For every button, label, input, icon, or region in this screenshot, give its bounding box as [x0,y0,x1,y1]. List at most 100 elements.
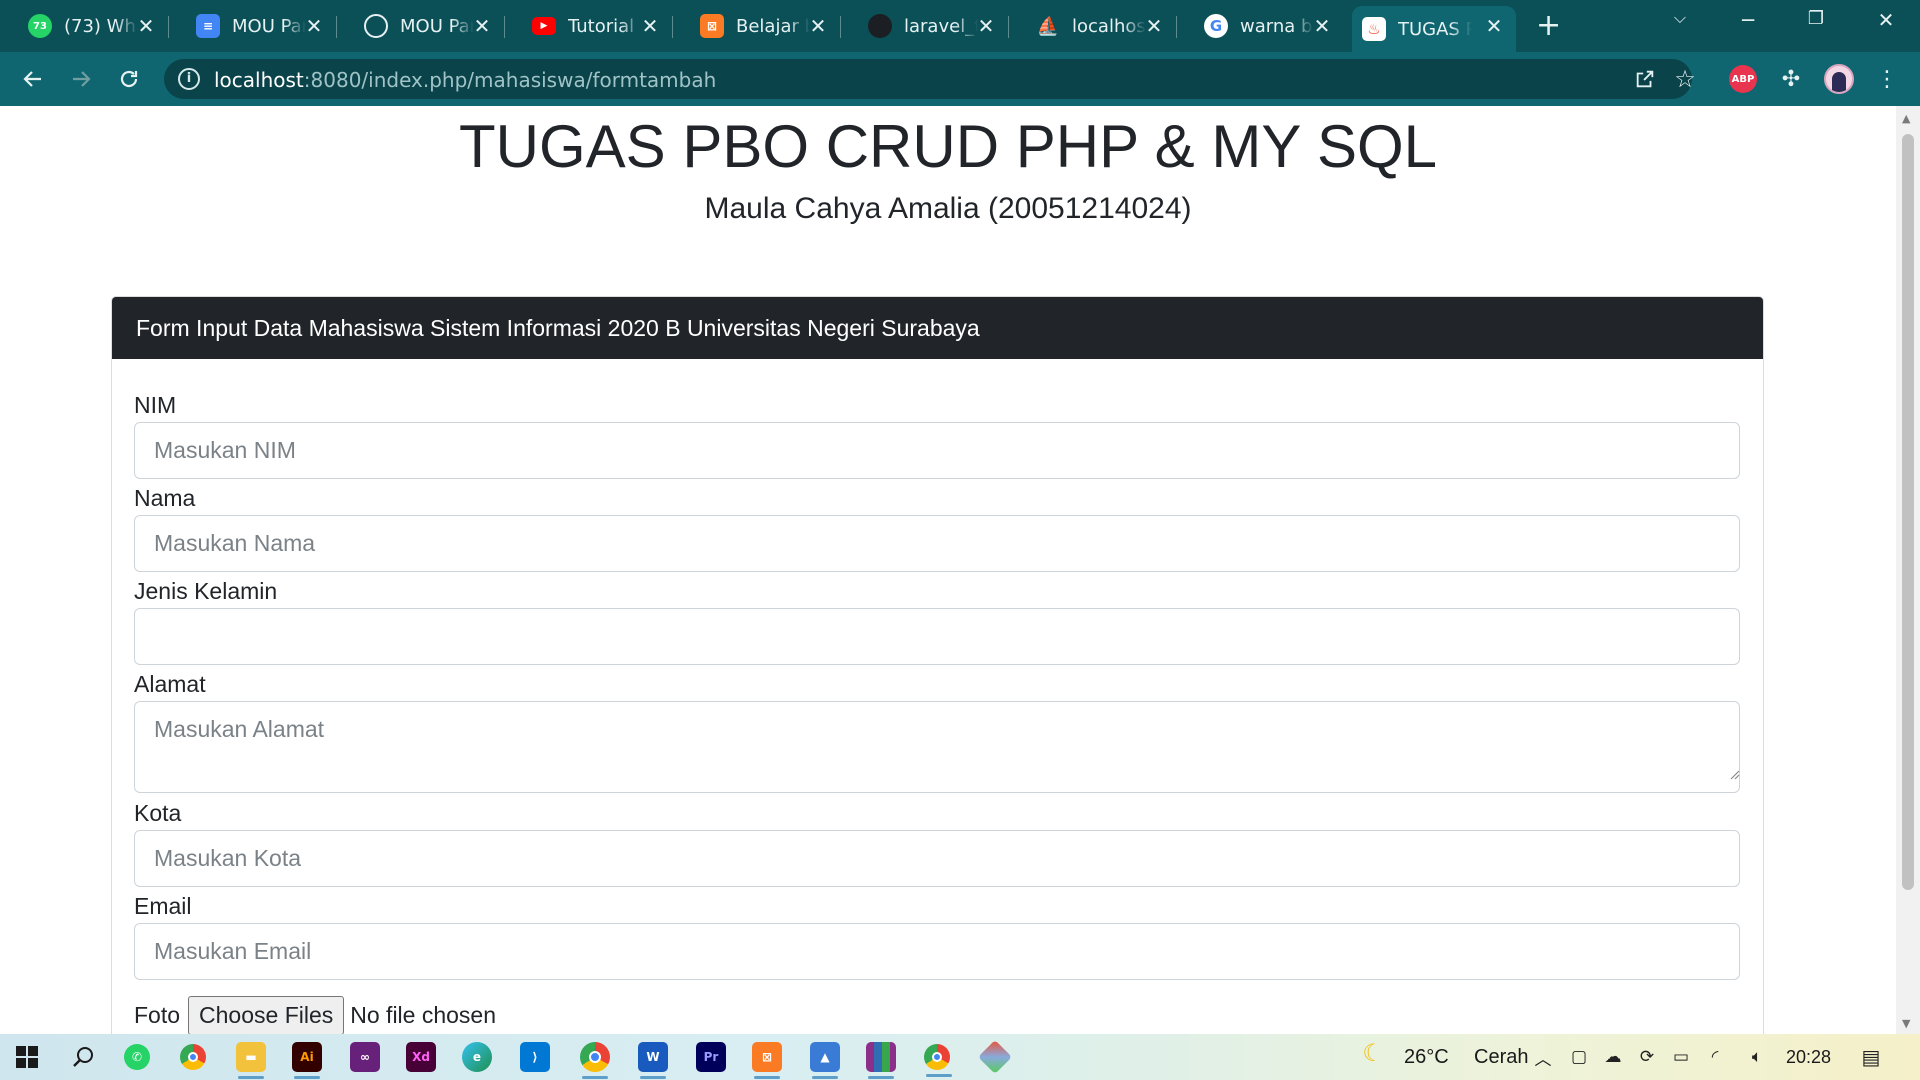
abp-icon: ABP [1729,65,1757,93]
windows-taskbar: ✆ ▬ Ai ∞ Xd e ⟩ W Pr ⊠ ▲ ☾ 26°C Cerah ︿ … [0,1034,1920,1080]
scrollbar-thumb[interactable] [1902,134,1914,890]
whatsapp-icon: 73 [28,14,52,38]
kota-input[interactable] [134,830,1740,887]
battery-icon[interactable]: ▭ [1670,1046,1692,1068]
xampp-icon[interactable]: ⊠ [752,1042,782,1079]
chevron-up-icon[interactable]: ︿ [1532,1046,1554,1070]
vscode-icon[interactable]: ⟩ [520,1042,550,1072]
tab-tugas-pbo[interactable]: ♨ TUGAS PBO ✕ [1352,6,1516,52]
search-icon[interactable] [68,1042,98,1072]
tab-title: MOU Pariwisata [232,15,306,37]
phpmyadmin-icon: ⛵ [1036,15,1060,37]
tab-youtube[interactable]: ▶ Tutorial PHP ✕ [522,6,673,46]
minimize-button[interactable]: ─ [1728,8,1768,32]
github-icon [868,14,892,38]
whatsapp-icon[interactable]: ✆ [124,1044,150,1070]
tab-title: warna bootstrap [1240,15,1314,37]
premiere-icon[interactable]: Pr [696,1042,726,1072]
globe-icon [364,14,388,38]
scroll-down-icon[interactable]: ▼ [1902,1017,1910,1030]
meet-now-icon[interactable]: ▢ [1568,1046,1590,1068]
address-url[interactable]: localhost:8080/index.php/mahasiswa/formt… [214,68,716,92]
reload-button[interactable] [112,62,146,96]
tab-separator [840,16,841,38]
choose-files-button[interactable]: Choose Files [188,996,345,1034]
edge-icon[interactable]: e [462,1042,492,1072]
git-icon[interactable] [978,1040,1012,1074]
tab-title: laravel_tutorial [904,15,978,37]
wifi-icon[interactable]: ◜ [1704,1046,1726,1068]
tab-title: localhost [1072,15,1146,37]
clock-time[interactable]: 20:28 [1786,1047,1831,1068]
restore-button[interactable]: ❐ [1796,8,1836,29]
close-window-button[interactable]: ✕ [1866,8,1906,32]
google-docs-icon: ≡ [196,14,220,38]
windows-start-icon[interactable] [12,1042,42,1072]
tab-whatsapp[interactable]: 73 (73) WhatsApp ✕ [18,6,169,46]
close-icon[interactable]: ✕ [470,14,494,38]
page-scrollbar[interactable]: ▲ ▼ [1896,106,1920,1034]
tab-strip: 73 (73) WhatsApp ✕ ≡ MOU Pariwisata ✕ MO… [0,0,1920,52]
file-explorer-icon[interactable]: ▬ [236,1042,266,1079]
profile-avatar[interactable] [1824,64,1854,94]
page-content: TUGAS PBO CRUD PHP & MY SQL Maula Cahya … [0,106,1896,1034]
email-input[interactable] [134,923,1740,980]
tab-mou-web[interactable]: MOU Pariwisata ✕ [354,6,505,46]
chrome-icon[interactable] [180,1044,206,1070]
close-icon[interactable]: ✕ [1142,14,1166,38]
illustrator-icon[interactable]: Ai [292,1042,322,1079]
nim-input[interactable] [134,422,1740,479]
tab-xampp[interactable]: ⊠ Belajar bersama ✕ [690,6,841,46]
new-tab-button[interactable]: + [1536,11,1561,41]
tab-mou-docs[interactable]: ≡ MOU Pariwisata ✕ [186,6,337,46]
nama-input[interactable] [134,515,1740,572]
page-title: TUGAS PBO CRUD PHP & MY SQL [458,113,1438,180]
close-icon[interactable]: ✕ [134,14,158,38]
photos-icon[interactable]: ▲ [810,1042,840,1079]
resize-grip-icon[interactable] [1728,768,1740,780]
chrome-icon[interactable] [924,1044,952,1077]
scroll-up-icon[interactable]: ▲ [1902,112,1910,125]
label-alamat: Alamat [134,671,206,697]
jenis-kelamin-input[interactable] [134,608,1740,665]
back-button[interactable] [16,62,50,96]
alamat-textarea[interactable] [134,701,1740,793]
tab-github[interactable]: laravel_tutorial ✕ [858,6,1009,46]
close-icon[interactable]: ✕ [638,14,662,38]
close-icon[interactable]: ✕ [1310,14,1334,38]
xd-icon[interactable]: Xd [406,1042,436,1072]
close-icon[interactable]: ✕ [1482,14,1506,38]
tab-search-chevron-icon[interactable]: ⌵ [1660,8,1700,28]
reload-icon [120,70,138,88]
tab-phpmyadmin[interactable]: ⛵ localhost ✕ [1026,6,1177,46]
tab-separator [672,16,673,38]
moon-weather-icon[interactable]: ☾ [1362,1039,1384,1067]
tab-title: TUGAS PBO [1398,18,1472,40]
extensions-puzzle-icon[interactable]: ✣ [1776,64,1806,94]
notification-center-icon[interactable]: ▤ [1860,1045,1882,1069]
google-icon: G [1204,14,1228,38]
site-info-icon[interactable]: i [178,68,200,90]
arrow-left-icon [23,71,41,87]
bookmark-star-icon[interactable]: ☆ [1670,64,1700,94]
adblock-plus-extension[interactable]: ABP [1728,64,1758,94]
visual-studio-icon[interactable]: ∞ [350,1042,380,1072]
forward-button[interactable] [64,62,98,96]
menu-kebab-icon[interactable]: ⋮ [1872,64,1902,94]
sync-icon[interactable]: ⟳ [1636,1046,1658,1068]
address-bar[interactable]: i localhost:8080/index.php/mahasiswa/for… [164,59,1696,99]
weather-desc[interactable]: Cerah [1474,1046,1528,1069]
close-icon[interactable]: ✕ [302,14,326,38]
onedrive-cloud-icon[interactable]: ☁ [1602,1046,1624,1068]
weather-temp[interactable]: 26°C [1404,1046,1449,1069]
tab-separator [1176,16,1177,38]
chrome-profile-icon[interactable] [580,1042,610,1079]
share-icon[interactable] [1630,64,1660,94]
close-icon[interactable]: ✕ [974,14,998,38]
word-icon[interactable]: W [638,1042,668,1079]
winrar-icon[interactable] [866,1042,896,1079]
close-icon[interactable]: ✕ [806,14,830,38]
youtube-icon: ▶ [532,17,556,35]
tab-google[interactable]: G warna bootstrap ✕ [1194,6,1344,46]
volume-icon[interactable]: 🔈︎ [1746,1046,1768,1068]
